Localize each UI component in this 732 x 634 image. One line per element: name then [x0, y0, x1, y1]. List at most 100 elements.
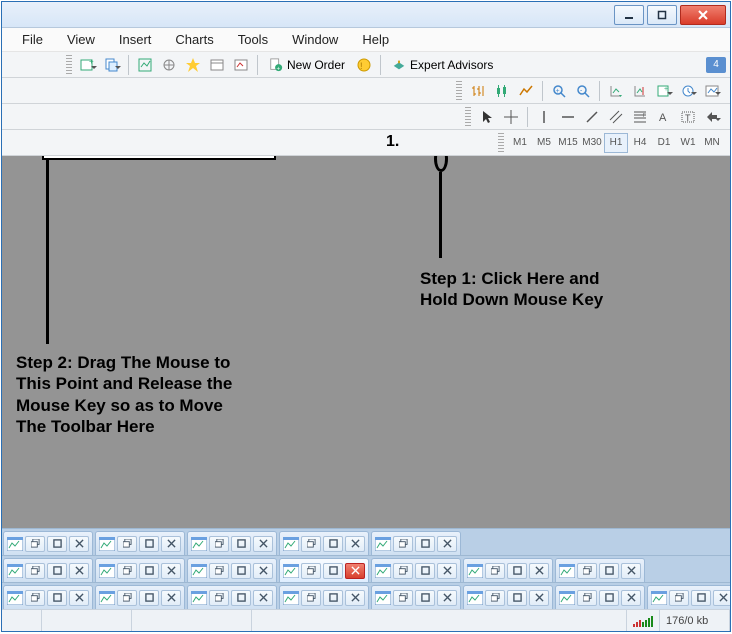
- fibonacci-button[interactable]: F: [629, 106, 651, 128]
- tab-restore-button[interactable]: [209, 563, 229, 579]
- tab-restore-button[interactable]: [301, 563, 321, 579]
- tab-max-button[interactable]: [507, 590, 527, 606]
- zoom-in-button[interactable]: +: [548, 80, 570, 102]
- line-chart-button[interactable]: [515, 80, 537, 102]
- vertical-line-button[interactable]: [533, 106, 555, 128]
- tab-restore-button[interactable]: [25, 536, 45, 552]
- horizontal-line-button[interactable]: [557, 106, 579, 128]
- templates-button[interactable]: [701, 80, 723, 102]
- tab-max-button[interactable]: [231, 536, 251, 552]
- menu-file[interactable]: File: [10, 30, 55, 49]
- minimize-button[interactable]: [614, 5, 644, 25]
- navigator-button[interactable]: [158, 54, 180, 76]
- bar-chart-button[interactable]: [467, 80, 489, 102]
- tf-h4[interactable]: H4: [628, 133, 652, 153]
- tab-max-button[interactable]: [47, 590, 67, 606]
- chart-tab[interactable]: [95, 531, 185, 555]
- chart-tab[interactable]: [95, 558, 185, 582]
- tab-max-button[interactable]: [139, 563, 159, 579]
- chart-tab[interactable]: [95, 585, 185, 609]
- chart-tab[interactable]: [187, 585, 277, 609]
- chart-tab[interactable]: [463, 585, 553, 609]
- cursor-button[interactable]: [476, 106, 498, 128]
- tab-max-button[interactable]: [599, 590, 619, 606]
- chart-tab[interactable]: [463, 558, 553, 582]
- tf-w1[interactable]: W1: [676, 133, 700, 153]
- tab-restore-button[interactable]: [301, 590, 321, 606]
- tab-close-button[interactable]: [253, 536, 273, 552]
- tf-d1[interactable]: D1: [652, 133, 676, 153]
- alerts-badge[interactable]: 4: [706, 57, 726, 73]
- toolbar-grip[interactable]: [465, 107, 471, 127]
- zoom-out-button[interactable]: -: [572, 80, 594, 102]
- tab-max-button[interactable]: [323, 563, 343, 579]
- toolbar-grip[interactable]: [498, 133, 504, 153]
- tab-restore-button[interactable]: [117, 563, 137, 579]
- tab-restore-button[interactable]: [25, 590, 45, 606]
- tab-max-button[interactable]: [415, 590, 435, 606]
- chart-tab[interactable]: [371, 531, 461, 555]
- tab-close-button[interactable]: [69, 536, 89, 552]
- tf-m1[interactable]: M1: [508, 133, 532, 153]
- tab-close-button[interactable]: [529, 563, 549, 579]
- tab-restore-button[interactable]: [485, 563, 505, 579]
- tab-restore-button[interactable]: [669, 590, 689, 606]
- tab-close-button[interactable]: [69, 590, 89, 606]
- tab-close-button[interactable]: [253, 563, 273, 579]
- tab-max-button[interactable]: [415, 563, 435, 579]
- tab-max-button[interactable]: [231, 563, 251, 579]
- tab-restore-button[interactable]: [393, 590, 413, 606]
- profiles-button[interactable]: [101, 54, 123, 76]
- tab-restore-button[interactable]: [117, 590, 137, 606]
- new-order-button[interactable]: + New Order: [262, 54, 352, 76]
- menu-view[interactable]: View: [55, 30, 107, 49]
- indicators-button[interactable]: +: [653, 80, 675, 102]
- tab-max-button[interactable]: [139, 536, 159, 552]
- tab-max-button[interactable]: [47, 536, 67, 552]
- chart-shift-button[interactable]: [629, 80, 651, 102]
- objects-button[interactable]: [701, 106, 723, 128]
- tab-close-button[interactable]: [161, 563, 181, 579]
- tab-restore-button[interactable]: [209, 590, 229, 606]
- chart-tab[interactable]: [279, 531, 369, 555]
- tab-max-button[interactable]: [599, 563, 619, 579]
- text-label-button[interactable]: T: [677, 106, 699, 128]
- tab-close-button[interactable]: [621, 590, 641, 606]
- tab-close-button[interactable]: [161, 590, 181, 606]
- tab-close-button[interactable]: [345, 536, 365, 552]
- text-button[interactable]: A: [653, 106, 675, 128]
- tf-m15[interactable]: M15: [556, 133, 580, 153]
- menu-insert[interactable]: Insert: [107, 30, 164, 49]
- autotrading-button[interactable]: !: [353, 54, 375, 76]
- tab-max-button[interactable]: [139, 590, 159, 606]
- chart-tab[interactable]: [3, 531, 93, 555]
- tab-close-button[interactable]: [253, 590, 273, 606]
- chart-tab[interactable]: [279, 585, 369, 609]
- toolbar-grip[interactable]: [66, 55, 72, 75]
- tab-close-button[interactable]: [713, 590, 730, 606]
- tab-restore-button[interactable]: [577, 590, 597, 606]
- tab-max-button[interactable]: [231, 590, 251, 606]
- tab-restore-button[interactable]: [25, 563, 45, 579]
- candlestick-button[interactable]: [491, 80, 513, 102]
- tab-max-button[interactable]: [691, 590, 711, 606]
- tf-h1[interactable]: H1: [604, 133, 628, 153]
- terminal-button[interactable]: [206, 54, 228, 76]
- data-window-button[interactable]: [182, 54, 204, 76]
- tab-max-button[interactable]: [323, 590, 343, 606]
- chart-tab[interactable]: [187, 558, 277, 582]
- tf-m5[interactable]: M5: [532, 133, 556, 153]
- tab-max-button[interactable]: [415, 536, 435, 552]
- chart-tab[interactable]: [555, 585, 645, 609]
- new-chart-button[interactable]: +: [77, 54, 99, 76]
- tab-restore-button[interactable]: [393, 536, 413, 552]
- crosshair-button[interactable]: [500, 106, 522, 128]
- tf-mn[interactable]: MN: [700, 133, 724, 153]
- chart-tab[interactable]: [555, 558, 645, 582]
- menu-charts[interactable]: Charts: [163, 30, 225, 49]
- tab-close-button[interactable]: [529, 590, 549, 606]
- tab-restore-button[interactable]: [301, 536, 321, 552]
- tab-close-button[interactable]: [69, 563, 89, 579]
- tf-m30[interactable]: M30: [580, 133, 604, 153]
- chart-tab[interactable]: [3, 558, 93, 582]
